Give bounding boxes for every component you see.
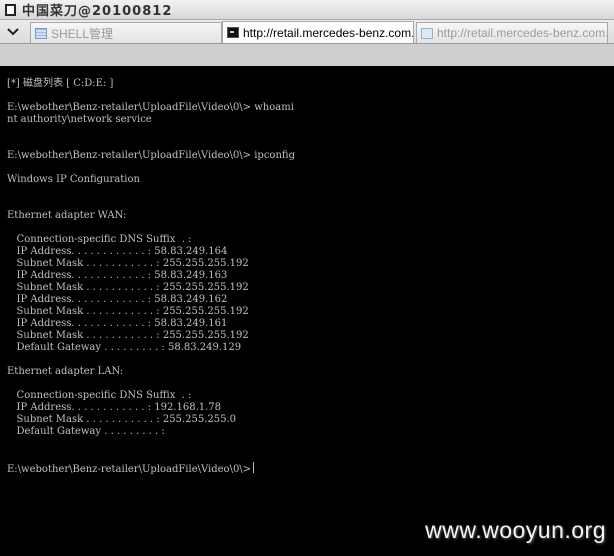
- terminal-output[interactable]: [*] 磁盘列表 [ C:D:E: ] E:\webother\Benz-ret…: [0, 66, 614, 556]
- terminal-line: Connection-specific DNS Suffix . :: [7, 390, 192, 401]
- terminal-line: Ethernet adapter LAN:: [7, 366, 124, 377]
- terminal-prompt: E:\webother\Benz-retailer\UploadFile\Vid…: [7, 464, 252, 475]
- tab-label: SHELL管理: [51, 26, 114, 41]
- terminal-line: Ethernet adapter WAN:: [7, 210, 127, 221]
- tab-bar: SHELL管理 http://retail.mercedes-benz.com.…: [0, 20, 614, 44]
- title-bar: 中国菜刀@20100812: [0, 0, 614, 20]
- shell-list-icon: [35, 27, 47, 39]
- terminal-icon: [227, 27, 239, 38]
- window-icon: [5, 3, 16, 16]
- terminal-line: Default Gateway . . . . . . . . . : 58.8…: [7, 342, 242, 353]
- terminal-line: IP Address. . . . . . . . . . . . : 58.8…: [7, 270, 228, 281]
- tab-label: http://retail.mercedes-benz.com....: [243, 25, 413, 40]
- tab-terminal[interactable]: http://retail.mercedes-benz.com....: [222, 21, 414, 43]
- tab-file-manager[interactable]: http://retail.mercedes-benz.com....: [416, 22, 608, 43]
- terminal-line: IP Address. . . . . . . . . . . . : 58.8…: [7, 318, 228, 329]
- chevron-down-icon[interactable]: [2, 23, 24, 41]
- terminal-line: Connection-specific DNS Suffix . :: [7, 234, 192, 245]
- terminal-line: [*] 磁盘列表 [ C:D:E: ]: [7, 78, 114, 89]
- watermark: www.wooyun.org: [425, 517, 606, 543]
- terminal-prompt-line[interactable]: E:\webother\Benz-retailer\UploadFile\Vid…: [7, 462, 255, 476]
- toolbar-strip: [0, 44, 614, 66]
- terminal-line: Subnet Mask . . . . . . . . . . . : 255.…: [7, 414, 236, 425]
- window-title: 中国菜刀@20100812: [22, 4, 173, 19]
- tab-label: http://retail.mercedes-benz.com....: [437, 26, 607, 40]
- terminal-line: IP Address. . . . . . . . . . . . : 58.8…: [7, 246, 228, 257]
- terminal-line: Subnet Mask . . . . . . . . . . . : 255.…: [7, 306, 249, 317]
- terminal-line: Subnet Mask . . . . . . . . . . . : 255.…: [7, 330, 249, 341]
- terminal-line: Default Gateway . . . . . . . . . :: [7, 426, 165, 437]
- terminal-line: E:\webother\Benz-retailer\UploadFile\Vid…: [7, 102, 294, 113]
- text-cursor: [253, 462, 255, 473]
- folder-icon: [421, 27, 433, 39]
- terminal-line: Subnet Mask . . . . . . . . . . . : 255.…: [7, 258, 249, 269]
- terminal-line: IP Address. . . . . . . . . . . . : 58.8…: [7, 294, 228, 305]
- tab-shell-manager[interactable]: SHELL管理: [30, 22, 222, 43]
- terminal-line: E:\webother\Benz-retailer\UploadFile\Vid…: [7, 150, 295, 161]
- terminal-line: Subnet Mask . . . . . . . . . . . : 255.…: [7, 282, 249, 293]
- terminal-line: Windows IP Configuration: [7, 174, 140, 185]
- terminal-line: nt authority\network service: [7, 114, 152, 125]
- app-window: 中国菜刀@20100812 SHELL管理 http://retail.merc…: [0, 0, 614, 556]
- terminal-line: IP Address. . . . . . . . . . . . : 192.…: [7, 402, 222, 413]
